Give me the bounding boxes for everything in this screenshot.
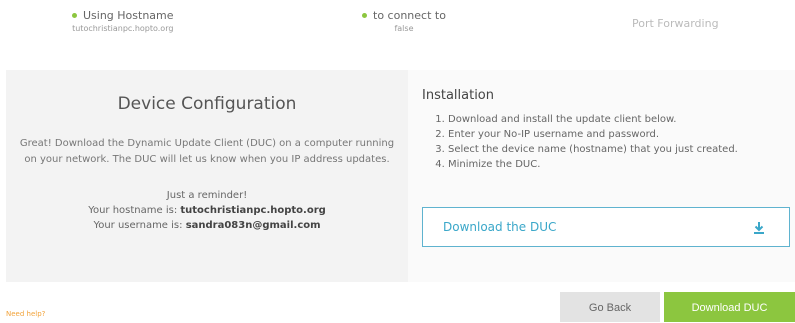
installation-title: Installation (422, 88, 495, 103)
username-value: sandra083n@gmail.com (185, 220, 321, 231)
hostname-prefix: Your hostname is: (88, 205, 181, 216)
username-prefix: Your username is: (93, 220, 186, 231)
step-complete-dot-icon (362, 12, 367, 18)
step-title: to connect to (373, 9, 446, 22)
installation-panel: Installation Download and install the up… (408, 70, 795, 282)
go-back-button[interactable]: Go Back (560, 292, 660, 322)
hostname-line: Your hostname is: tutochristianpc.hopto.… (6, 203, 408, 218)
installation-step: Enter your No-IP username and password. (448, 127, 738, 142)
installation-step: Minimize the DUC. (448, 157, 738, 172)
footer: Need help? Go Back Download DUC (0, 282, 795, 322)
duc-description: Great! Download the Dynamic Update Clien… (19, 138, 395, 165)
username-line: Your username is: sandra083n@gmail.com (6, 218, 408, 233)
steps-bar: Using Hostname tutochristianpc.hopto.org… (0, 0, 795, 58)
download-icon (753, 220, 765, 234)
download-duc-button[interactable]: Download DUC (664, 292, 795, 322)
device-configuration-panel: Device Configuration Great! Download the… (6, 70, 408, 282)
need-help-link[interactable]: Need help? (6, 310, 45, 318)
step-using-hostname: Using Hostname tutochristianpc.hopto.org (72, 9, 174, 35)
reminder-block: Just a reminder! Your hostname is: tutoc… (6, 188, 408, 233)
step-port-forwarding: Port Forwarding (632, 17, 719, 31)
step-subtitle: tutochristianpc.hopto.org (72, 24, 174, 33)
download-duc-link[interactable]: Download the DUC (422, 207, 790, 247)
download-duc-label: Download the DUC (443, 220, 557, 234)
installation-steps: Download and install the update client b… (424, 112, 738, 172)
step-subtitle: false (394, 24, 414, 33)
step-title: Port Forwarding (632, 17, 719, 30)
panel-title: Device Configuration (117, 94, 297, 114)
step-complete-dot-icon (72, 12, 77, 18)
installation-step: Download and install the update client b… (448, 112, 738, 127)
hostname-value: tutochristianpc.hopto.org (180, 205, 326, 216)
reminder-heading: Just a reminder! (166, 190, 248, 201)
step-connect-to: to connect to false (362, 9, 446, 35)
installation-step: Select the device name (hostname) that y… (448, 142, 738, 157)
step-title: Using Hostname (83, 9, 174, 22)
